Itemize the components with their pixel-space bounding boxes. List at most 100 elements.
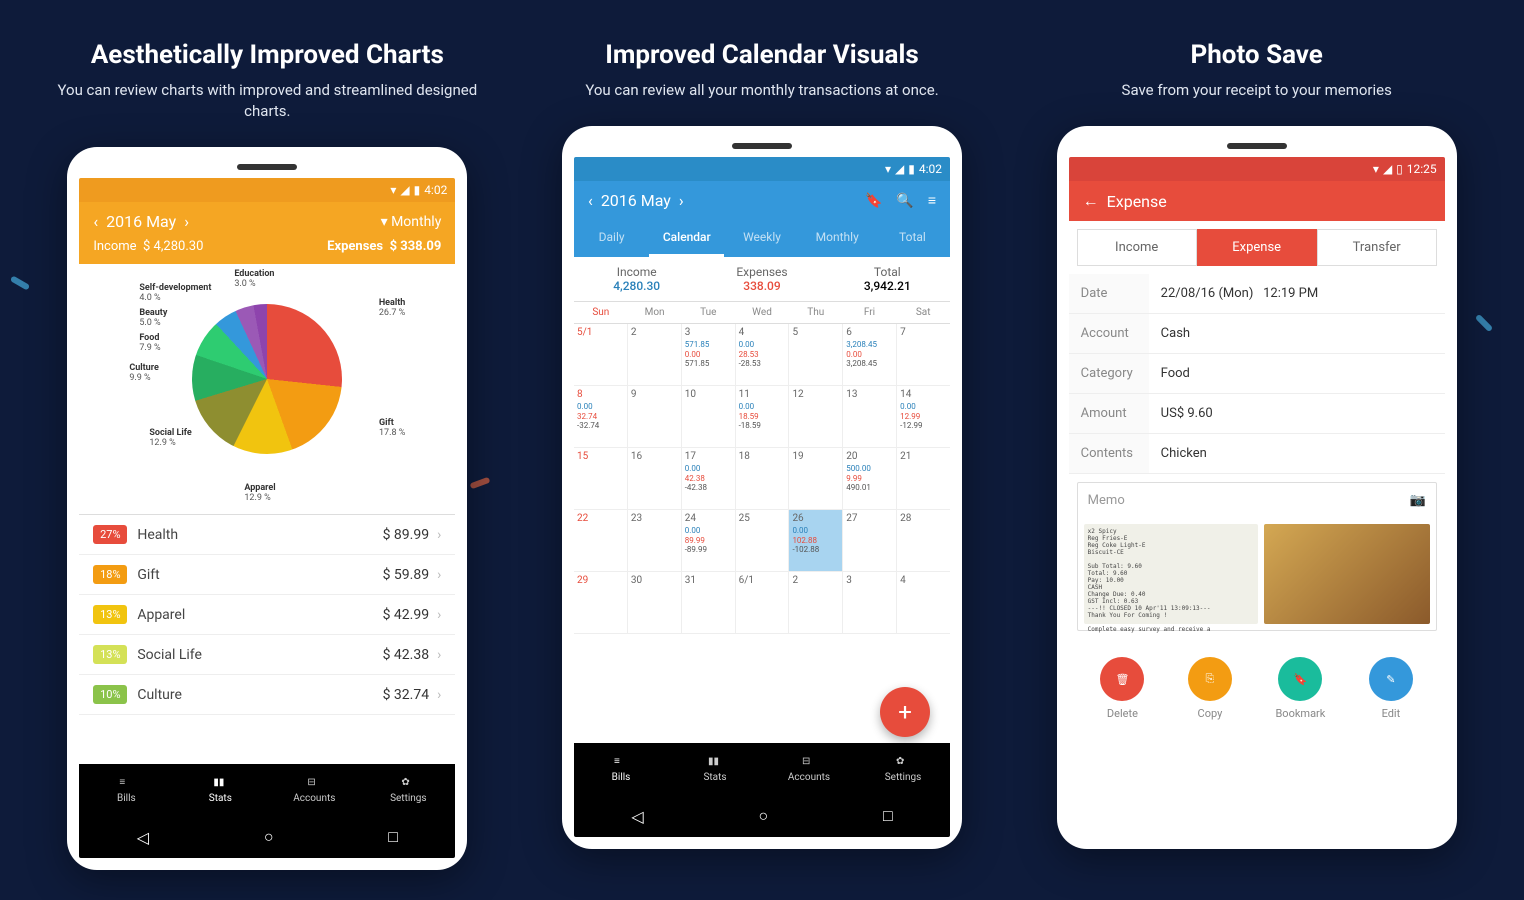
home-icon[interactable]: ○ bbox=[758, 806, 768, 826]
expense-list-item[interactable]: 18%Gift$ 59.89› bbox=[79, 555, 455, 595]
calendar-cell[interactable]: 30 bbox=[628, 572, 682, 633]
memo-area: Memo 📷 x2 Spicy Reg Fries-E Reg Coke Lig… bbox=[1077, 482, 1437, 631]
expense-list-item[interactable]: 10%Culture$ 32.74› bbox=[79, 675, 455, 715]
nav-settings[interactable]: ✿Settings bbox=[361, 764, 455, 816]
bookmark-icon[interactable]: 🔖 bbox=[865, 193, 882, 209]
date-row[interactable]: Date 22/08/16 (Mon) 12:19 PM bbox=[1069, 274, 1445, 314]
tab-calendar[interactable]: Calendar bbox=[649, 220, 724, 257]
tab-monthly[interactable]: Monthly bbox=[800, 220, 875, 257]
nav-bills[interactable]: ≡Bills bbox=[79, 764, 173, 816]
calendar-cell[interactable]: 19 bbox=[789, 448, 843, 509]
calendar-cell[interactable]: 140.0012.99-12.99 bbox=[897, 386, 950, 447]
receipt-photo[interactable]: x2 Spicy Reg Fries-E Reg Coke Light-E Bi… bbox=[1084, 524, 1258, 624]
calendar-cell[interactable]: 13 bbox=[843, 386, 897, 447]
tab-weekly[interactable]: Weekly bbox=[724, 220, 799, 257]
calendar-cell[interactable]: 21 bbox=[897, 448, 950, 509]
copy-button[interactable]: ⎘Copy bbox=[1188, 657, 1232, 720]
month-label[interactable]: 2016 May bbox=[601, 191, 671, 210]
calendar-cell[interactable]: 20500.009.99490.01 bbox=[843, 448, 897, 509]
calendar-cell[interactable]: 240.0089.99-89.99 bbox=[682, 510, 736, 571]
expense-list-item[interactable]: 13%Apparel$ 42.99› bbox=[79, 595, 455, 635]
prev-icon[interactable]: ‹ bbox=[93, 212, 98, 231]
calendar-cell[interactable]: 31 bbox=[682, 572, 736, 633]
calendar-cell[interactable]: 15 bbox=[574, 448, 628, 509]
next-icon[interactable]: › bbox=[679, 191, 684, 210]
expense-list-item[interactable]: 13%Social Life$ 42.38› bbox=[79, 635, 455, 675]
pie-chart[interactable] bbox=[192, 304, 342, 454]
calendar-cell[interactable]: 10 bbox=[682, 386, 736, 447]
calendar-cell[interactable]: 16 bbox=[628, 448, 682, 509]
account-row[interactable]: Account Cash bbox=[1069, 314, 1445, 354]
calendar-cell[interactable]: 7 bbox=[897, 324, 950, 385]
calendar-cell[interactable]: 3 bbox=[843, 572, 897, 633]
android-nav: ◁ ○ □ bbox=[79, 816, 455, 858]
nav-bills[interactable]: ≡Bills bbox=[574, 743, 668, 795]
delete-button[interactable]: 🗑Delete bbox=[1100, 657, 1144, 720]
bookmark-button[interactable]: 🔖Bookmark bbox=[1275, 657, 1325, 720]
status-bar: ▾◢▮4:02 bbox=[574, 157, 950, 181]
period-dropdown[interactable]: ▾ Monthly bbox=[381, 214, 442, 230]
calendar-cell[interactable]: 5 bbox=[789, 324, 843, 385]
prev-icon[interactable]: ‹ bbox=[588, 191, 593, 210]
calendar-cell[interactable]: 260.00102.88-102.88 bbox=[789, 510, 843, 571]
calendar-cell[interactable]: 2 bbox=[789, 572, 843, 633]
calendar-cell[interactable]: 63,208.450.003,208.45 bbox=[843, 324, 897, 385]
back-arrow-icon[interactable]: ← bbox=[1083, 191, 1099, 211]
add-fab-button[interactable]: + bbox=[880, 687, 930, 737]
panel-subtitle: You can review all your monthly transact… bbox=[585, 80, 938, 101]
recent-icon[interactable]: □ bbox=[388, 827, 398, 847]
back-icon[interactable]: ◁ bbox=[631, 807, 643, 826]
calendar-cell[interactable]: 2 bbox=[628, 324, 682, 385]
calendar-cell[interactable]: 27 bbox=[843, 510, 897, 571]
calendar-cell[interactable]: 18 bbox=[736, 448, 790, 509]
calendar-cell[interactable]: 4 bbox=[897, 572, 950, 633]
tab-expense[interactable]: Expense bbox=[1197, 229, 1317, 266]
bottom-nav: ≡Bills ▮▮Stats ⊟Accounts ✿Settings bbox=[79, 764, 455, 816]
action-buttons: 🗑Delete ⎘Copy 🔖Bookmark ✎Edit bbox=[1069, 639, 1445, 738]
back-icon[interactable]: ◁ bbox=[137, 828, 149, 847]
food-photo[interactable] bbox=[1264, 524, 1430, 624]
calendar-cell[interactable]: 170.0042.38-42.38 bbox=[682, 448, 736, 509]
tab-daily[interactable]: Daily bbox=[574, 220, 649, 257]
month-label[interactable]: 2016 May bbox=[106, 212, 176, 231]
recent-icon[interactable]: □ bbox=[883, 806, 893, 826]
summary-row: Income4,280.30 Expenses338.09 Total3,942… bbox=[574, 257, 950, 302]
calendar-cell[interactable]: 80.0032.74-32.74 bbox=[574, 386, 628, 447]
memo-label[interactable]: Memo bbox=[1088, 493, 1125, 508]
calendar-cell[interactable]: 9 bbox=[628, 386, 682, 447]
calendar-cell[interactable]: 6/1 bbox=[736, 572, 790, 633]
android-nav: ◁ ○ □ bbox=[574, 795, 950, 837]
calendar-cell[interactable]: 25 bbox=[736, 510, 790, 571]
search-icon[interactable]: 🔍 bbox=[896, 193, 913, 209]
next-icon[interactable]: › bbox=[184, 212, 189, 231]
home-icon[interactable]: ○ bbox=[264, 827, 274, 847]
nav-accounts[interactable]: ⊟Accounts bbox=[762, 743, 856, 795]
calendar-cell[interactable]: 5/1 bbox=[574, 324, 628, 385]
category-row[interactable]: Category Food bbox=[1069, 354, 1445, 394]
calendar-cell[interactable]: 3571.850.00571.85 bbox=[682, 324, 736, 385]
calendar-cell[interactable]: 40.0028.53-28.53 bbox=[736, 324, 790, 385]
contents-row[interactable]: Contents Chicken bbox=[1069, 434, 1445, 474]
calendar-cell[interactable]: 29 bbox=[574, 572, 628, 633]
calendar-cell[interactable]: 28 bbox=[897, 510, 950, 571]
phone-calendar: ▾◢▮4:02 ‹ 2016 May › 🔖 🔍 ≡ Daily Calenda… bbox=[562, 126, 962, 849]
calendar-cell[interactable]: 23 bbox=[628, 510, 682, 571]
nav-accounts[interactable]: ⊟Accounts bbox=[267, 764, 361, 816]
tab-transfer[interactable]: Transfer bbox=[1317, 229, 1437, 266]
calendar-cell[interactable]: 22 bbox=[574, 510, 628, 571]
tab-income[interactable]: Income bbox=[1077, 229, 1197, 266]
edit-button[interactable]: ✎Edit bbox=[1369, 657, 1413, 720]
pie-chart-area: Education3.0 % Self-development4.0 % Bea… bbox=[79, 264, 455, 514]
nav-settings[interactable]: ✿Settings bbox=[856, 743, 950, 795]
calendar-day-header: SunMonTueWedThuFriSat bbox=[574, 302, 950, 324]
calendar-grid: 5/123571.850.00571.8540.0028.53-28.53563… bbox=[574, 324, 950, 743]
calendar-cell[interactable]: 12 bbox=[789, 386, 843, 447]
expense-list-item[interactable]: 27%Health$ 89.99› bbox=[79, 515, 455, 555]
tab-total[interactable]: Total bbox=[875, 220, 950, 257]
amount-row[interactable]: Amount US$ 9.60 bbox=[1069, 394, 1445, 434]
calendar-cell[interactable]: 110.0018.59-18.59 bbox=[736, 386, 790, 447]
camera-icon[interactable]: 📷 bbox=[1409, 493, 1425, 508]
nav-stats[interactable]: ▮▮Stats bbox=[668, 743, 762, 795]
nav-stats[interactable]: ▮▮Stats bbox=[173, 764, 267, 816]
filter-icon[interactable]: ≡ bbox=[928, 192, 936, 209]
